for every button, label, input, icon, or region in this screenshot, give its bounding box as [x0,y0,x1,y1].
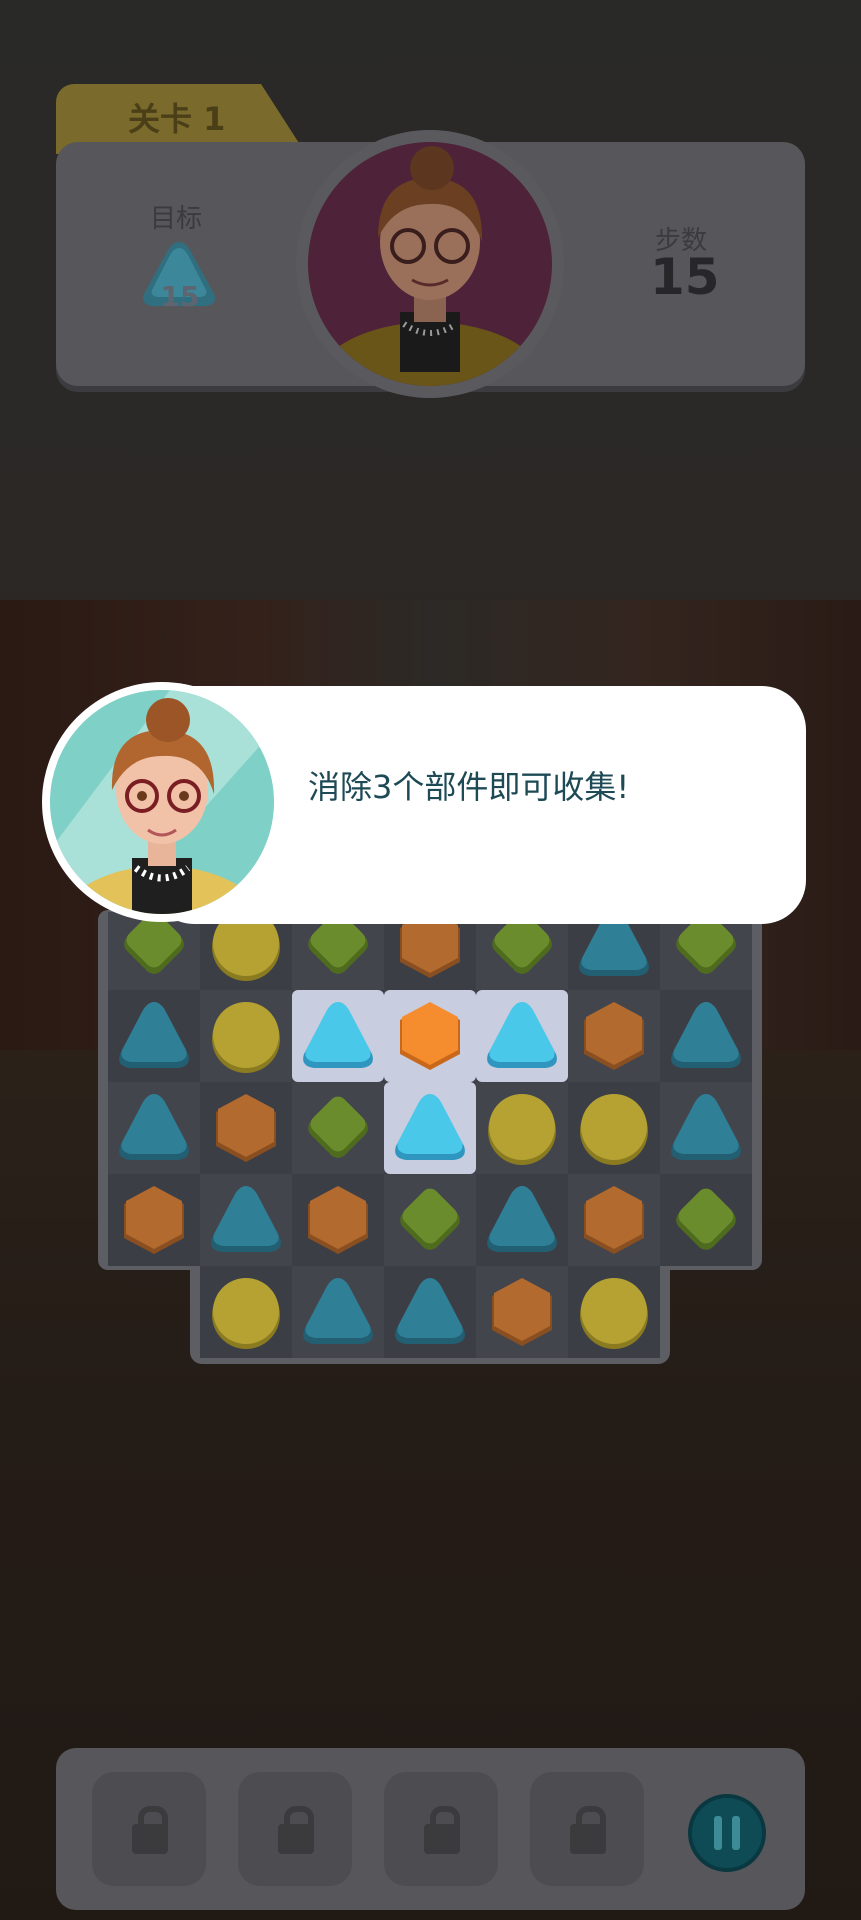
booster-slot-2[interactable] [238,1772,352,1886]
yellow-piece[interactable] [574,1088,654,1168]
blue-piece[interactable] [390,1088,470,1168]
blue-piece[interactable] [206,1180,286,1260]
blue-piece[interactable] [114,1088,194,1168]
lock-icon [278,1806,314,1854]
orange-piece[interactable] [574,1180,654,1260]
booster-slot-3[interactable] [384,1772,498,1886]
green-piece[interactable] [298,1088,378,1168]
blue-piece[interactable] [298,996,378,1076]
level-label: 关卡 1 [128,100,226,138]
yellow-piece[interactable] [206,996,286,1076]
blue-piece[interactable] [666,1088,746,1168]
blue-piece[interactable] [666,996,746,1076]
green-piece[interactable] [666,1180,746,1260]
yellow-piece[interactable] [482,1088,562,1168]
pause-button[interactable] [688,1794,766,1872]
character-portrait [308,142,552,386]
orange-piece[interactable] [482,1272,562,1352]
orange-piece[interactable] [206,1088,286,1168]
yellow-piece[interactable] [206,1272,286,1352]
lock-icon [132,1806,168,1854]
pause-icon [714,1816,722,1850]
blue-piece[interactable] [390,1272,470,1352]
orange-piece[interactable] [390,996,470,1076]
blue-piece[interactable] [482,1180,562,1260]
steps-value: 15 [650,248,720,306]
green-piece[interactable] [390,1180,470,1260]
yellow-piece[interactable] [574,1272,654,1352]
orange-piece[interactable] [114,1180,194,1260]
orange-piece[interactable] [574,996,654,1076]
booster-slot-4[interactable] [530,1772,644,1886]
lock-icon [570,1806,606,1854]
speaker-avatar [50,690,274,914]
orange-piece[interactable] [298,1180,378,1260]
target-count: 15 [160,280,200,313]
lock-icon [424,1806,460,1854]
blue-piece[interactable] [114,996,194,1076]
blue-piece[interactable] [298,1272,378,1352]
booster-slot-1[interactable] [92,1772,206,1886]
tutorial-message: 消除3个部件即可收集! [308,768,630,806]
target-label: 目标 [150,204,203,234]
blue-piece[interactable] [482,996,562,1076]
